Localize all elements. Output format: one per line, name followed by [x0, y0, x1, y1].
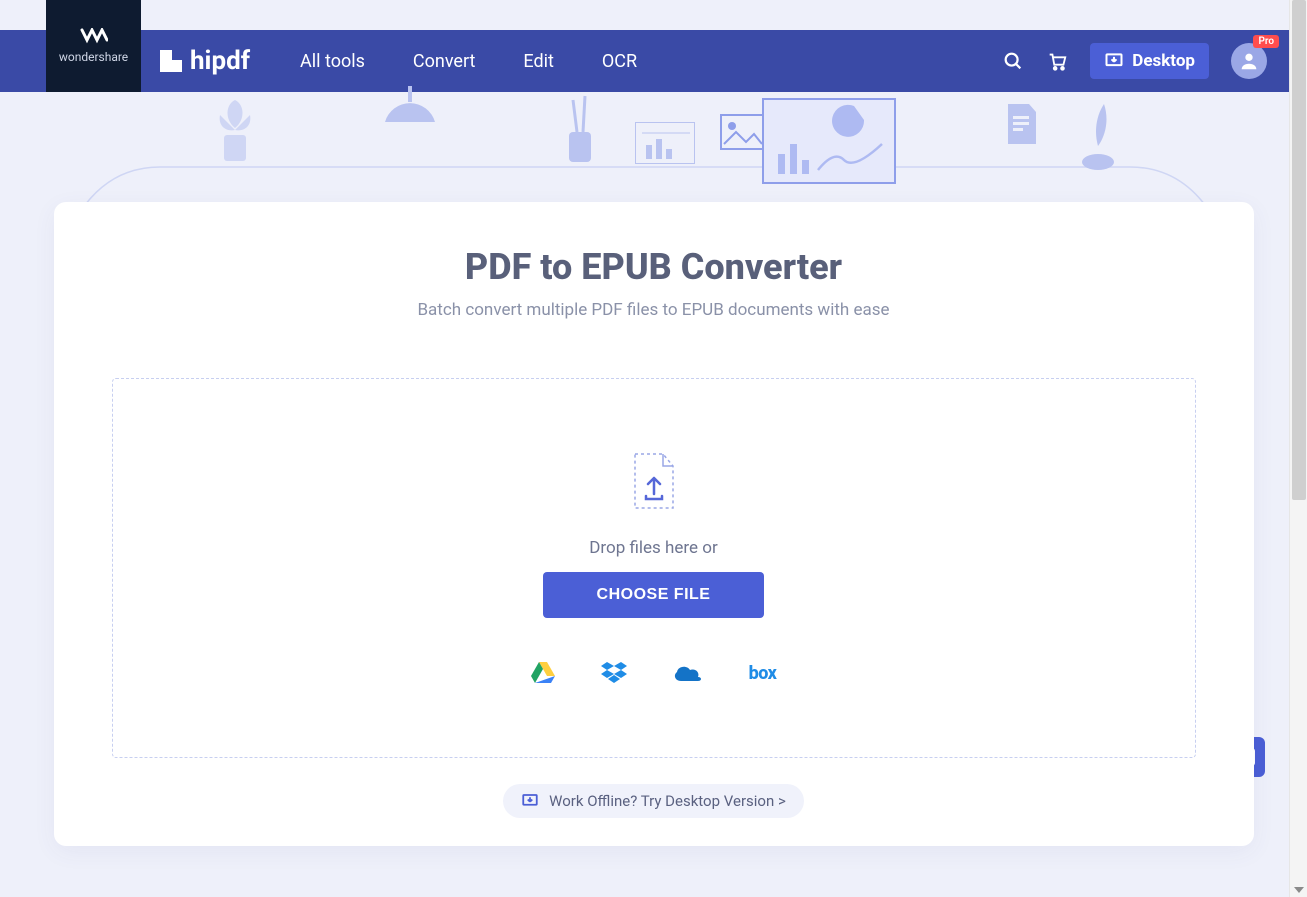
plant-icon	[200, 90, 270, 170]
nav-all-tools[interactable]: All tools	[300, 51, 365, 72]
offline-pill[interactable]: Work Offline? Try Desktop Version >	[503, 784, 804, 818]
search-icon[interactable]	[1002, 50, 1024, 72]
mini-chart-icon	[635, 122, 695, 164]
converter-card: PDF to EPUB Converter Batch convert mult…	[54, 202, 1254, 846]
image-icon	[720, 114, 764, 150]
wondershare-logo[interactable]: wondershare	[46, 0, 141, 92]
hipdf-mark-icon	[160, 50, 182, 72]
hipdf-logo[interactable]: hipdf	[160, 46, 250, 76]
offline-text: Work Offline? Try Desktop Version >	[549, 792, 786, 810]
box-icon[interactable]: box	[749, 663, 777, 684]
download-icon	[1104, 51, 1124, 71]
drop-hint: Drop files here or	[589, 538, 717, 558]
pro-badge: Pro	[1253, 35, 1279, 48]
nav-edit[interactable]: Edit	[523, 51, 553, 72]
download-icon	[521, 792, 539, 810]
hero-decor	[0, 92, 1307, 202]
page-title: PDF to EPUB Converter	[112, 246, 1196, 288]
nav-convert[interactable]: Convert	[413, 51, 476, 72]
hipdf-text: hipdf	[190, 46, 250, 76]
scrollbar[interactable]	[1289, 0, 1307, 897]
dropbox-icon[interactable]	[601, 662, 627, 684]
lamp-icon	[375, 86, 445, 146]
upload-file-icon	[629, 452, 679, 510]
nav-ocr[interactable]: OCR	[602, 51, 637, 72]
google-drive-icon[interactable]	[531, 662, 555, 684]
wondershare-icon	[80, 28, 108, 46]
analytics-icon	[762, 98, 896, 184]
choose-file-button[interactable]: CHOOSE FILE	[543, 572, 765, 618]
person-icon	[1238, 50, 1260, 72]
scroll-down-icon[interactable]	[1294, 887, 1304, 893]
wondershare-label: wondershare	[59, 50, 128, 64]
onedrive-icon[interactable]	[673, 663, 703, 683]
pencil-cup-icon	[555, 92, 605, 172]
scroll-thumb[interactable]	[1292, 0, 1306, 500]
quill-icon	[1070, 98, 1130, 178]
document-icon	[1005, 102, 1039, 146]
avatar[interactable]: Pro	[1231, 43, 1267, 79]
cloud-sources: box	[531, 662, 777, 684]
cart-icon[interactable]	[1046, 50, 1068, 72]
desktop-label: Desktop	[1132, 51, 1195, 71]
dropzone[interactable]: Drop files here or CHOOSE FILE box	[112, 378, 1196, 758]
main-nav: All tools Convert Edit OCR	[300, 51, 637, 72]
page-subtitle: Batch convert multiple PDF files to EPUB…	[112, 300, 1196, 320]
desktop-button[interactable]: Desktop	[1090, 43, 1209, 79]
navbar: wondershare hipdf All tools Convert Edit…	[0, 30, 1307, 92]
